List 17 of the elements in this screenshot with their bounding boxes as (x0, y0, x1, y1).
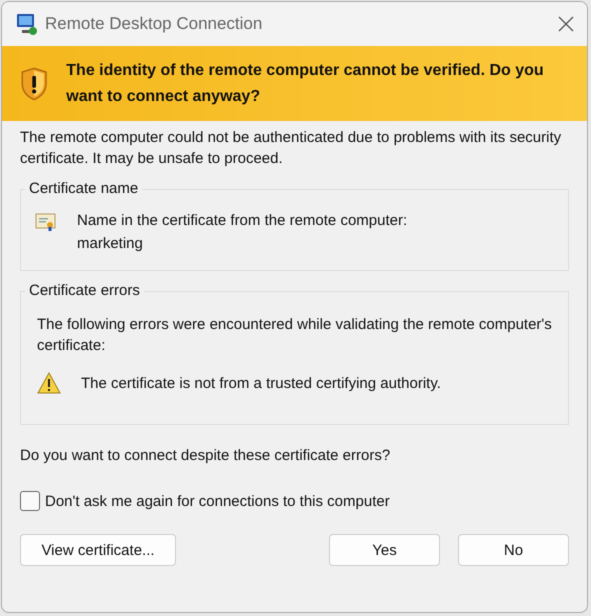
view-certificate-button[interactable]: View certificate... (20, 534, 176, 566)
certificate-name-label: Name in the certificate from the remote computer: (77, 212, 408, 229)
certificate-icon (35, 212, 57, 232)
checkbox[interactable] (20, 491, 40, 511)
monitor-icon (15, 12, 39, 36)
no-button[interactable]: No (458, 534, 569, 566)
errors-intro-text: The following errors were encountered while validating the remote computer's certificate: (37, 315, 552, 356)
window-title: Remote Desktop Connection (45, 14, 264, 34)
checkbox-label[interactable]: Don't ask me again for connections to this computer (45, 492, 390, 510)
close-icon[interactable] (557, 15, 575, 33)
error-text: The certificate is not from a trusted certifying authority. (81, 374, 441, 392)
question-text: Do you want to connect despite these certificate errors? (20, 447, 392, 464)
yes-button[interactable]: Yes (329, 534, 440, 566)
intro-text: The remote computer could not be authenticated due to problems with its security certificate. It may be unsafe to proceed. (20, 128, 562, 169)
warning-heading: The identity of the remote computer cannot be verified. Do you want to connect anyway? (66, 60, 545, 106)
warning-icon (37, 372, 61, 394)
certificate-name-value: marketing (77, 235, 144, 252)
